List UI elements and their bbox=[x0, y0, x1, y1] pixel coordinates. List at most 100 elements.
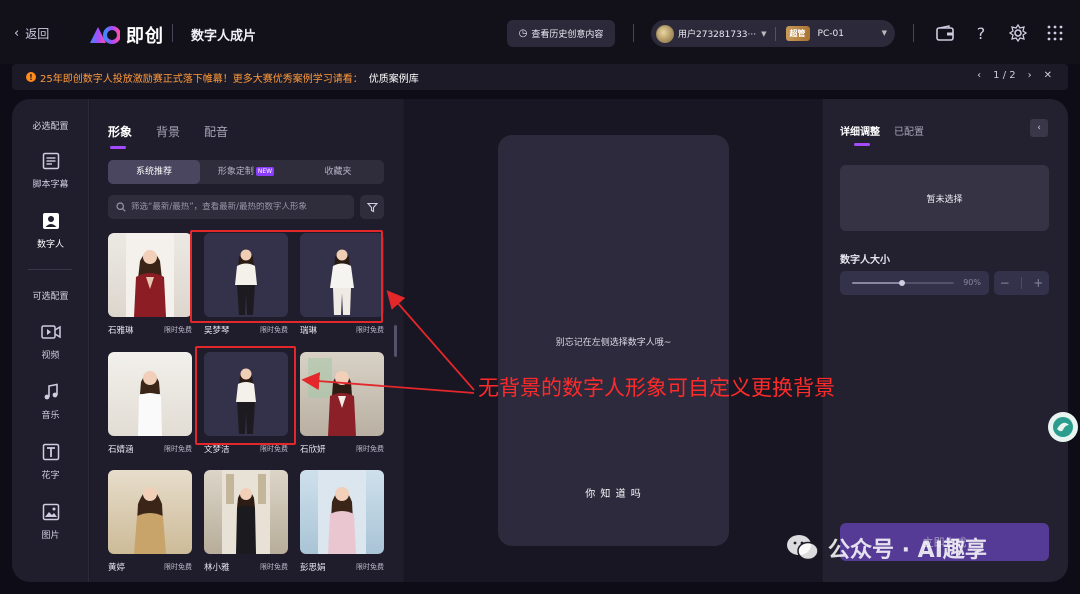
sidebar-item-music[interactable]: 音乐 bbox=[12, 382, 89, 421]
editor-panel: 必选配置 脚本字幕 数字人 可选配置 视频 音乐 花字 图片 形象 背景 配音 … bbox=[12, 99, 1068, 582]
avatar-thumbnail bbox=[204, 233, 288, 317]
tab-detail-adjust[interactable]: 详细调整 bbox=[840, 123, 880, 146]
avatar-thumbnail bbox=[300, 233, 384, 317]
logo-text: 即创 bbox=[126, 26, 164, 47]
notice-pager: ‹ 1 / 2 › ✕ bbox=[977, 70, 1052, 81]
chevron-left-icon[interactable]: ‹ bbox=[977, 70, 981, 81]
avatar-name: 吴梦琴 bbox=[204, 326, 230, 336]
slider-handle[interactable] bbox=[899, 280, 906, 286]
image-icon bbox=[41, 502, 61, 522]
search-input[interactable] bbox=[131, 202, 351, 212]
tab-avatar[interactable]: 形象 bbox=[108, 123, 132, 149]
caret-down-icon: ▼ bbox=[881, 29, 887, 37]
wallet-icon[interactable] bbox=[933, 21, 957, 45]
tab-voice[interactable]: 配音 bbox=[204, 123, 228, 140]
avatar-name: 文梦洁 bbox=[204, 445, 230, 455]
avatar-person-icon bbox=[41, 211, 61, 231]
free-badge: 限时免费 bbox=[260, 563, 288, 571]
sidebar-item-digital-human[interactable]: 数字人 bbox=[12, 211, 89, 250]
preview-canvas[interactable]: 别忘记在左侧选择数字人哦~ 你 知 道 吗 bbox=[498, 135, 729, 546]
preview-hint: 别忘记在左侧选择数字人哦~ bbox=[555, 338, 672, 348]
history-button-label: 查看历史创意内容 bbox=[531, 30, 604, 40]
avatar-card[interactable]: 石欣妍 限时免费 bbox=[300, 352, 384, 455]
avatar-name: 彭思娟 bbox=[300, 563, 326, 573]
segment-custom-avatar[interactable]: 形象定制 NEW bbox=[200, 160, 292, 184]
scrollbar[interactable] bbox=[394, 325, 397, 357]
detail-tabs: 详细调整 已配置 bbox=[840, 123, 924, 146]
avatar-card[interactable]: 林小雅 限时免费 bbox=[204, 470, 288, 573]
size-label: 数字人大小 bbox=[840, 255, 890, 266]
avatar-card[interactable]: 石婧涵 限时免费 bbox=[108, 352, 192, 455]
search-icon bbox=[116, 202, 126, 212]
avatar-card[interactable]: 石雅琳 限时免费 bbox=[108, 233, 192, 336]
avatar-name: 瑞琳 bbox=[300, 326, 318, 336]
avatar-card[interactable]: 吴梦琴 限时免费 bbox=[204, 233, 288, 336]
notice-page-indicator: 1 / 2 bbox=[993, 70, 1016, 81]
sidebar-item-text-style[interactable]: 花字 bbox=[12, 442, 89, 481]
filter-button[interactable] bbox=[360, 195, 384, 219]
app-logo[interactable]: 即创 bbox=[88, 22, 164, 48]
avatar-source-segment: 系统推荐 形象定制 NEW 收藏夹 bbox=[108, 160, 384, 184]
sidebar-item-video[interactable]: 视频 bbox=[12, 322, 89, 361]
size-stepper: − + bbox=[994, 271, 1049, 295]
logo-mark-icon bbox=[90, 26, 120, 44]
workspace-label: PC-01 bbox=[817, 28, 844, 39]
decrement-button[interactable]: − bbox=[1000, 276, 1010, 290]
filter-icon bbox=[366, 202, 378, 212]
apps-grid-icon[interactable] bbox=[1043, 21, 1067, 45]
segment-favorites[interactable]: 收藏夹 bbox=[292, 160, 384, 184]
notice-text: 25年即创数字人投放激励赛正式落下帷幕！更多大赛优秀案例学习请看： bbox=[40, 73, 363, 85]
free-badge: 限时免费 bbox=[356, 445, 384, 453]
watermark: 公众号 · AI趣享 bbox=[786, 532, 987, 564]
avatar-name: 石雅琳 bbox=[108, 326, 134, 336]
collapse-panel-button[interactable]: ‹ bbox=[1030, 119, 1048, 137]
back-button[interactable]: ‹ 返回 bbox=[14, 25, 49, 42]
svg-text:?: ? bbox=[977, 24, 986, 42]
settings-icon[interactable] bbox=[1006, 21, 1030, 45]
tab-background[interactable]: 背景 bbox=[156, 123, 180, 140]
sidebar-item-label: 图片 bbox=[41, 531, 60, 541]
free-badge: 限时免费 bbox=[356, 563, 384, 571]
free-badge: 限时免费 bbox=[164, 563, 192, 571]
help-icon[interactable]: ? bbox=[969, 21, 993, 45]
avatar-thumbnail bbox=[204, 470, 288, 554]
assistant-icon bbox=[1053, 417, 1073, 437]
avatar-name: 石婧涵 bbox=[108, 445, 134, 455]
tab-configured[interactable]: 已配置 bbox=[894, 123, 924, 138]
case-library-link[interactable]: 优质案例库 bbox=[369, 70, 419, 85]
avatar-card[interactable]: 文梦洁 限时免费 bbox=[204, 352, 288, 455]
back-label: 返回 bbox=[25, 27, 50, 41]
video-icon bbox=[40, 322, 61, 342]
close-icon[interactable]: ✕ bbox=[1044, 70, 1052, 81]
preview-subtitle: 你 知 道 吗 bbox=[585, 489, 642, 500]
avatar bbox=[656, 24, 674, 43]
size-value: 90% bbox=[963, 278, 981, 287]
wechat-icon bbox=[787, 535, 819, 561]
account-selector[interactable]: 用户273281733··· ▼ 超管 PC-01 ▼ bbox=[651, 20, 895, 47]
selection-placeholder: 暂未选择 bbox=[840, 165, 1049, 231]
segment-system-recommend[interactable]: 系统推荐 bbox=[108, 160, 200, 184]
chevron-right-icon[interactable]: › bbox=[1028, 70, 1032, 81]
preview-area: 别忘记在左侧选择数字人哦~ 你 知 道 吗 bbox=[404, 99, 822, 582]
slider-fill bbox=[852, 282, 903, 284]
avatar-card[interactable]: 黄婷 限时免费 bbox=[108, 470, 192, 573]
sidebar-item-image[interactable]: 图片 bbox=[12, 502, 89, 541]
segment-label: 系统推荐 bbox=[135, 167, 172, 177]
free-badge: 限时免费 bbox=[164, 326, 192, 334]
avatar-thumbnail bbox=[108, 352, 192, 436]
divider bbox=[774, 26, 776, 41]
avatar-name: 黄婷 bbox=[108, 563, 126, 573]
assistant-fab[interactable] bbox=[1048, 412, 1078, 442]
divider bbox=[172, 24, 173, 42]
sidebar-item-script[interactable]: 脚本字幕 bbox=[12, 151, 89, 190]
avatar-name: 石欣妍 bbox=[300, 445, 326, 455]
clock-icon: ◷ bbox=[518, 28, 528, 39]
sidebar-item-label: 音乐 bbox=[41, 411, 60, 421]
size-slider[interactable]: 90% bbox=[840, 271, 989, 295]
history-button[interactable]: ◷ 查看历史创意内容 bbox=[507, 20, 615, 47]
empty-text: 暂未选择 bbox=[926, 194, 963, 205]
increment-button[interactable]: + bbox=[1033, 276, 1043, 290]
avatar-card[interactable]: 瑞琳 限时免费 bbox=[300, 233, 384, 336]
page-title: 数字人成片 bbox=[191, 29, 257, 44]
avatar-card[interactable]: 彭思娟 限时免费 bbox=[300, 470, 384, 573]
